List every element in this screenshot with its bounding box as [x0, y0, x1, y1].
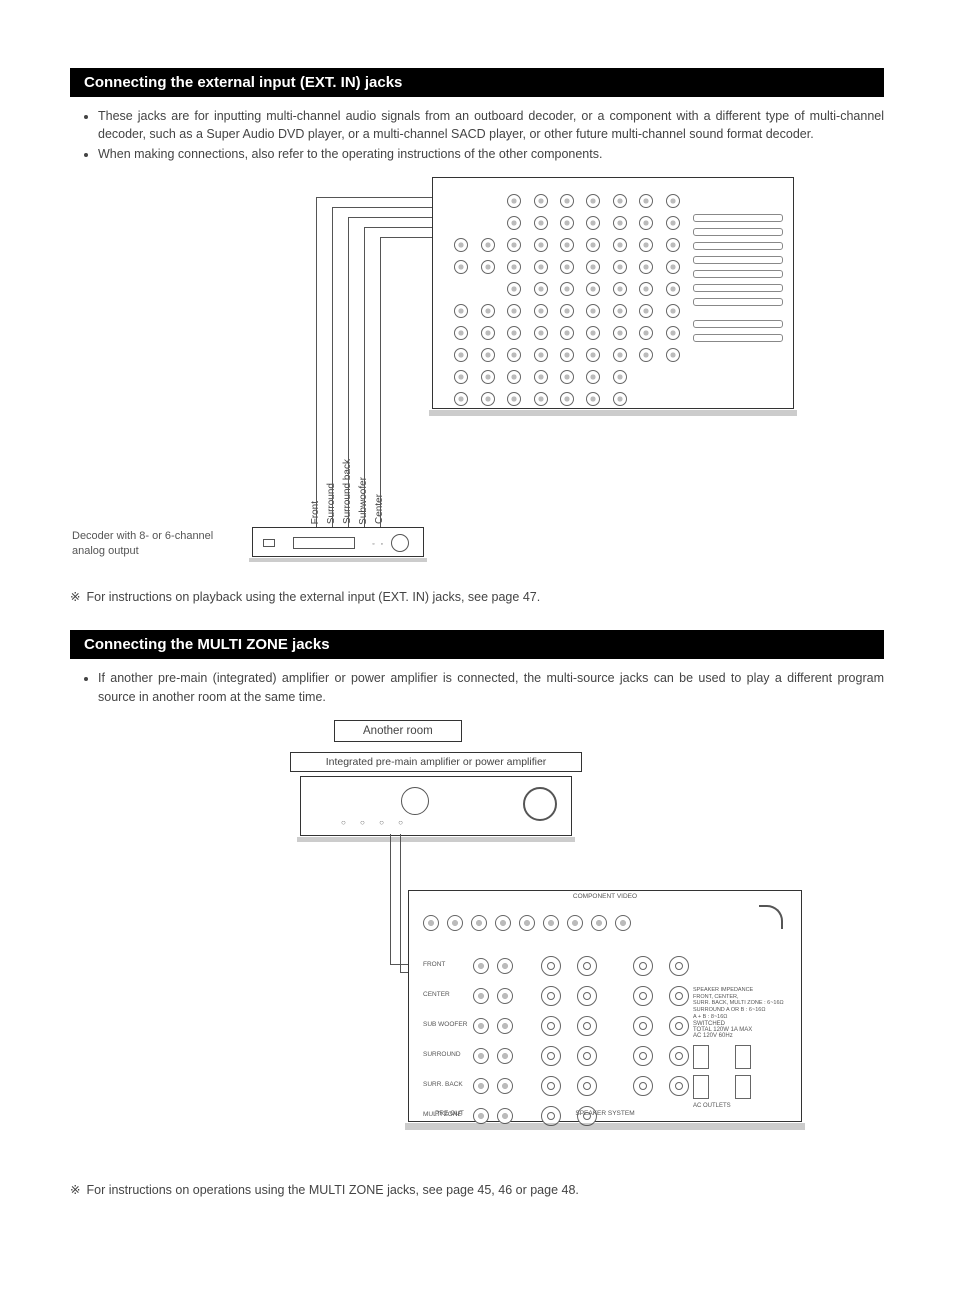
- bullet-item: These jacks are for inputting multi-chan…: [98, 107, 884, 143]
- vent-slots-icon: [693, 214, 783, 348]
- ext-in-bullet-list: These jacks are for inputting multi-chan…: [70, 107, 884, 163]
- reference-mark-icon: ※: [70, 590, 80, 604]
- bullet-item: If another pre-main (integrated) amplifi…: [98, 669, 884, 705]
- manual-page: Connecting the external input (EXT. IN) …: [0, 0, 954, 1303]
- section-heading-ext-in: Connecting the external input (EXT. IN) …: [70, 68, 884, 97]
- cable-label-center: Center: [374, 494, 388, 524]
- component-video-label: COMPONENT VIDEO: [409, 893, 801, 900]
- preout-speaker-grid: FRONT CENTER SUB WOOFER SURROUND SURR. B…: [423, 953, 681, 1107]
- impedance-note: SPEAKER IMPEDANCE FRONT, CENTER, SURR. B…: [693, 987, 787, 1021]
- jack-grid: [451, 192, 683, 394]
- footnote-text: For instructions on playback using the e…: [86, 590, 540, 604]
- component-video-row: [423, 901, 787, 945]
- speaker-system-label: SPEAKER SYSTEM: [529, 1110, 681, 1117]
- receiver-rear-panel: [432, 177, 794, 409]
- amp-caption: Integrated pre-main amplifier or power a…: [290, 752, 582, 772]
- footnote-text: For instructions on operations using the…: [86, 1183, 578, 1197]
- cable-label-surround-back: Surround back: [342, 459, 356, 524]
- pre-out-label: PRE OUT: [435, 1110, 464, 1117]
- another-room-label: Another room: [334, 720, 462, 742]
- ext-in-footnote: ※ For instructions on playback using the …: [70, 589, 884, 604]
- ac-outlets-block: SWITCHED TOTAL 120W 1A MAX AC 120V 60Hz …: [693, 1021, 787, 1091]
- cable-label-surround: Surround: [326, 483, 340, 524]
- cable-label-subwoofer: Subwoofer: [358, 477, 372, 525]
- receiver-rear-panel-2: COMPONENT VIDEO FRONT CENTER SUB WOOFER: [408, 890, 802, 1122]
- ext-in-diagram: Decoder with 8- or 6-channel analog outp…: [70, 177, 884, 577]
- decoder-illustration: ◦ ◦: [252, 527, 424, 557]
- multizone-footnote: ※ For instructions on operations using th…: [70, 1182, 884, 1197]
- multizone-diagram: Another room Integrated pre-main amplifi…: [70, 720, 884, 1170]
- cable-label-front: Front: [310, 501, 324, 524]
- multizone-bullet-list: If another pre-main (integrated) amplifi…: [70, 669, 884, 705]
- section-heading-multizone: Connecting the MULTI ZONE jacks: [70, 630, 884, 659]
- reference-mark-icon: ※: [70, 1183, 80, 1197]
- amplifier-illustration: ○ ○ ○ ○: [300, 776, 572, 836]
- bullet-item: When making connections, also refer to t…: [98, 145, 884, 163]
- decoder-caption: Decoder with 8- or 6-channel analog outp…: [72, 529, 242, 558]
